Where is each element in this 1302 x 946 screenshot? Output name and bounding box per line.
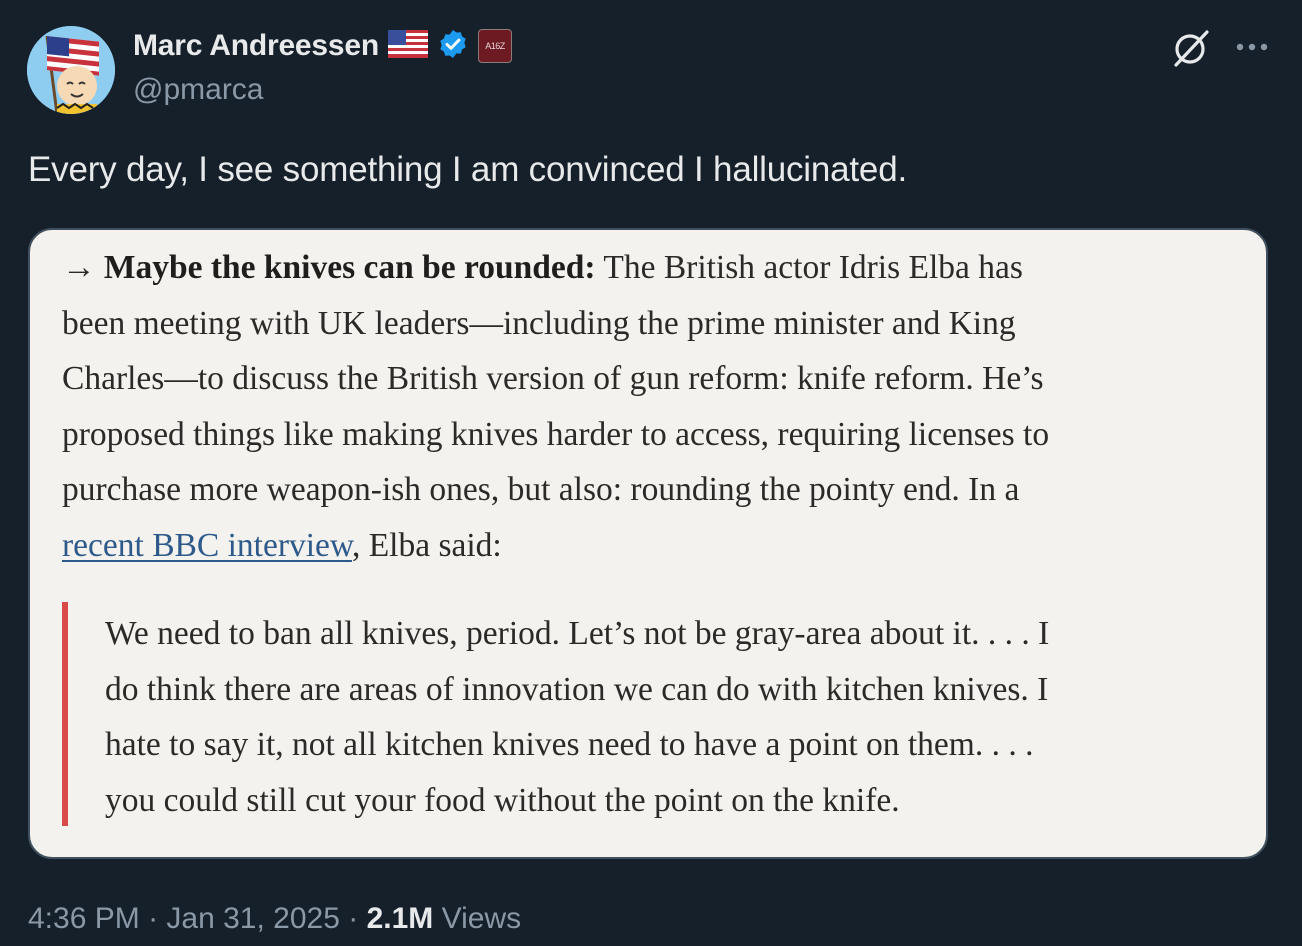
grok-icon [1174,30,1209,67]
article-heading: Maybe the knives can be rounded: [103,249,596,286]
bbc-interview-link: recent BBC interview [62,526,352,564]
views-label[interactable]: Views [442,902,521,935]
article-line: recent BBC interview, Elba said: [62,518,1262,574]
quote-line: We need to ban all knives, period. Let’s… [105,615,1050,652]
author-name-row: Marc Andreessen A16Z [133,26,512,66]
tweet-meta: 4:36 PM · Jan 31, 2025 · 2.1M Views [28,902,521,936]
quote-line: hate to say it, not all kitchen knives n… [105,726,1034,763]
article-line: been meeting with UK leaders—including t… [62,304,1016,342]
avatar[interactable] [27,26,115,114]
affiliate-badge[interactable]: A16Z [478,29,512,63]
separator-dot: · [348,902,359,935]
article-line: Charles—to discuss the British version o… [62,360,1044,397]
us-flag-icon [388,29,428,63]
article-line: purchase more weapon-ish ones, but also:… [62,471,1020,508]
article-line-text: , Elba said: [351,526,502,564]
verified-badge-icon[interactable] [437,28,469,65]
tweet-image[interactable]: → Maybe the knives can be rounded: The B… [28,228,1268,859]
arrow-icon: → [62,249,96,286]
more-button[interactable] [1232,30,1272,64]
article-paragraph: → Maybe the knives can be rounded: The B… [62,240,1262,573]
article-line-text: The British actor Idris Elba has [603,249,1023,286]
blockquote: We need to ban all knives, period. Let’s… [105,606,1245,828]
more-icon [1236,43,1268,51]
tweet-date[interactable]: Jan 31, 2025 [166,902,339,935]
grok-button[interactable] [1170,27,1212,69]
quote-line: do think there are areas of innovation w… [105,670,1049,708]
author-handle[interactable]: @pmarca [133,73,264,107]
article-line: → Maybe the knives can be rounded: The B… [62,240,1262,296]
avatar-illustration [27,26,115,114]
views-count[interactable]: 2.1M [367,902,434,935]
affiliate-badge-label: A16Z [485,41,505,51]
author-name[interactable]: Marc Andreessen [133,29,379,63]
quote-bar [62,602,68,826]
separator-dot: · [148,902,159,935]
article-line: proposed things like making knives harde… [62,415,1050,453]
tweet-time[interactable]: 4:36 PM [28,902,140,935]
tweet-text: Every day, I see something I am convince… [28,150,907,189]
quote-line: you could still cut your food without th… [105,781,900,819]
